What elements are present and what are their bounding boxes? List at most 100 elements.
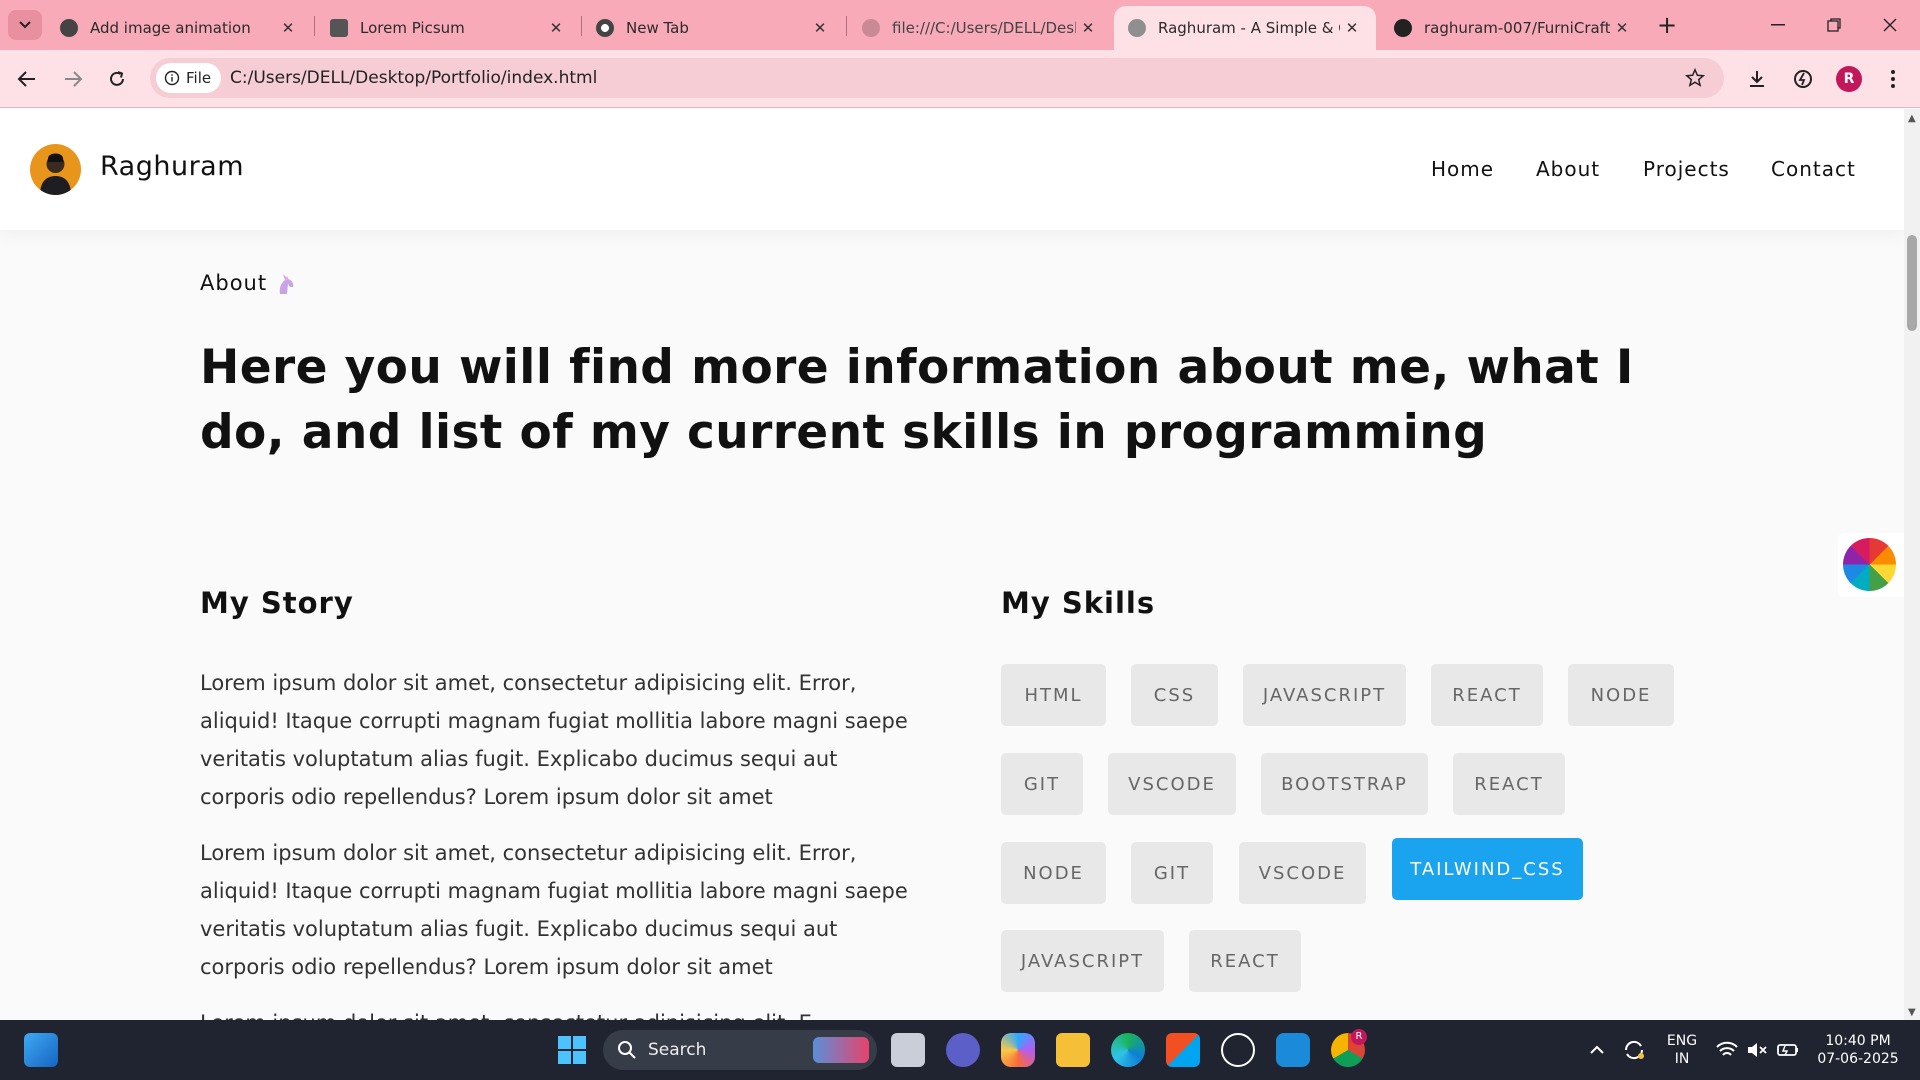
kebab-menu-icon: [1891, 70, 1895, 88]
restore-button[interactable]: [1806, 0, 1862, 50]
sync-icon[interactable]: [1617, 1033, 1651, 1067]
person-portrait-icon: [40, 153, 71, 195]
show-hidden-icons-icon[interactable]: [1580, 1033, 1614, 1067]
battery-icon[interactable]: [1770, 1033, 1804, 1067]
new-tab-button[interactable]: +: [1652, 10, 1682, 40]
minimize-icon: [1771, 24, 1785, 26]
wifi-icon[interactable]: [1710, 1033, 1744, 1067]
reload-icon: [110, 71, 124, 86]
page-scrollbar[interactable]: ▲ ▼: [1904, 109, 1920, 1020]
page-headline: Here you will find more information abou…: [200, 340, 1634, 460]
story-paragraph: Lorem ipsum dolor sit amet, consectetur …: [200, 671, 908, 809]
nav-link-contact[interactable]: Contact: [1771, 157, 1856, 181]
chevron-down-icon: [19, 21, 31, 29]
language-indicator[interactable]: ENG IN: [1664, 1032, 1700, 1068]
copilot-icon[interactable]: [1001, 1033, 1035, 1067]
story-heading: My Story: [200, 586, 354, 620]
skill-tag[interactable]: REACT: [1453, 753, 1565, 815]
arrow-right-icon: [65, 71, 83, 87]
skill-tag[interactable]: HTML: [1001, 664, 1106, 726]
skill-tag[interactable]: VSCODE: [1108, 753, 1236, 815]
tab-github-furnicraft[interactable]: raghuram-007/FurniCraft- ✕: [1380, 6, 1646, 50]
reload-button[interactable]: [100, 62, 134, 96]
close-tab-icon[interactable]: ✕: [808, 19, 832, 37]
globe-icon: [862, 19, 880, 37]
skill-tag[interactable]: CSS: [1131, 664, 1218, 726]
skill-tag[interactable]: BOOTSTRAP: [1261, 753, 1428, 815]
nav-link-projects[interactable]: Projects: [1643, 157, 1730, 181]
scroll-down-arrow-icon[interactable]: ▼: [1908, 1007, 1916, 1018]
microsoft-store-icon[interactable]: [1166, 1033, 1200, 1067]
skill-tag[interactable]: REACT: [1431, 664, 1543, 726]
bookmark-star-icon[interactable]: [1684, 67, 1706, 89]
tab-lorem-picsum[interactable]: Lorem Picsum ✕: [316, 6, 580, 50]
widgets-icon[interactable]: [24, 1033, 58, 1067]
skill-tag[interactable]: GIT: [1001, 753, 1083, 815]
close-tab-icon[interactable]: ✕: [1340, 19, 1364, 37]
restore-icon: [1827, 18, 1841, 32]
time-label: 10:40 PM: [1825, 1033, 1891, 1049]
teams-icon[interactable]: [946, 1033, 980, 1067]
minimize-button[interactable]: [1750, 0, 1806, 50]
address-bar[interactable]: File C:/Users/DELL/Desktop/Portfolio/ind…: [150, 58, 1724, 98]
download-icon: [1750, 71, 1764, 87]
performance-button[interactable]: [1788, 64, 1818, 94]
edge-icon[interactable]: [1111, 1033, 1145, 1067]
back-button[interactable]: [10, 62, 44, 96]
color-wheel-icon[interactable]: [1843, 538, 1896, 591]
tab-title: Add image animation: [90, 19, 251, 37]
site-info-chip[interactable]: File: [156, 63, 222, 93]
scroll-up-arrow-icon[interactable]: ▲: [1908, 113, 1916, 124]
close-tab-icon[interactable]: ✕: [276, 19, 300, 37]
task-view-icon[interactable]: [891, 1033, 925, 1067]
vscode-icon[interactable]: [1276, 1033, 1310, 1067]
tab-file[interactable]: file:///C:/Users/DELL/Deskt ✕: [848, 6, 1112, 50]
forward-button[interactable]: [56, 62, 90, 96]
browser-menu-button[interactable]: [1878, 64, 1908, 94]
dell-icon[interactable]: [1221, 1033, 1255, 1067]
story-paragraph: Lorem ipsum dolor sit amet, consectetur …: [200, 1004, 920, 1020]
story-paragraph: Lorem ipsum dolor sit amet, consectetur …: [200, 841, 908, 979]
taskbar-search[interactable]: Search: [603, 1030, 877, 1070]
close-window-button[interactable]: [1862, 0, 1918, 50]
tab-raghuram-portfolio[interactable]: Raghuram - A Simple & Cl ✕: [1114, 6, 1376, 50]
section-label: About: [200, 271, 268, 295]
skill-tag[interactable]: REACT: [1189, 930, 1301, 992]
file-explorer-icon[interactable]: [1056, 1033, 1090, 1067]
skills-heading: My Skills: [1001, 586, 1156, 620]
skill-tag[interactable]: VSCODE: [1239, 842, 1366, 904]
skill-tag[interactable]: NODE: [1568, 664, 1674, 726]
tab-title: Lorem Picsum: [360, 19, 465, 37]
tab-search-button[interactable]: [8, 10, 42, 40]
skill-tag[interactable]: JAVASCRIPT: [1243, 664, 1406, 726]
search-icon: [618, 1041, 636, 1059]
skill-tag[interactable]: NODE: [1001, 842, 1106, 904]
github-icon: [1394, 19, 1412, 37]
clock[interactable]: 10:40 PM 07-06-2025: [1810, 1032, 1906, 1068]
date-label: 07-06-2025: [1817, 1051, 1899, 1067]
page-viewport: Raghuram Home About Projects Contact Abo…: [0, 109, 1904, 1020]
close-tab-icon[interactable]: ✕: [1076, 19, 1100, 37]
site-brand[interactable]: Raghuram: [100, 151, 244, 182]
close-tab-icon[interactable]: ✕: [544, 19, 568, 37]
tab-add-image-animation[interactable]: Add image animation ✕: [46, 6, 312, 50]
scrollbar-thumb[interactable]: [1907, 235, 1917, 331]
url-text[interactable]: C:/Users/DELL/Desktop/Portfolio/index.ht…: [230, 58, 597, 98]
downloads-button[interactable]: [1742, 64, 1772, 94]
skill-tag[interactable]: GIT: [1131, 842, 1213, 904]
nav-link-about[interactable]: About: [1536, 157, 1600, 181]
close-tab-icon[interactable]: ✕: [1610, 19, 1634, 37]
windows-start-icon[interactable]: [555, 1033, 589, 1067]
openai-icon: [60, 19, 78, 37]
skill-tag[interactable]: JAVASCRIPT: [1001, 930, 1164, 992]
profile-avatar[interactable]: R: [1836, 66, 1862, 92]
arrow-left-icon: [17, 71, 35, 87]
search-label: Search: [648, 1040, 707, 1060]
tab-new-tab[interactable]: New Tab ✕: [582, 6, 844, 50]
skill-tag-highlighted[interactable]: TAILWIND_CSS: [1392, 838, 1583, 900]
windows-taskbar: Search R ENG IN 10:40 PM 07-06-2025: [0, 1020, 1920, 1080]
volume-muted-icon[interactable]: [1740, 1033, 1774, 1067]
nav-link-home[interactable]: Home: [1431, 157, 1494, 181]
tab-title: New Tab: [626, 19, 689, 37]
chrome-icon[interactable]: R: [1331, 1029, 1367, 1067]
